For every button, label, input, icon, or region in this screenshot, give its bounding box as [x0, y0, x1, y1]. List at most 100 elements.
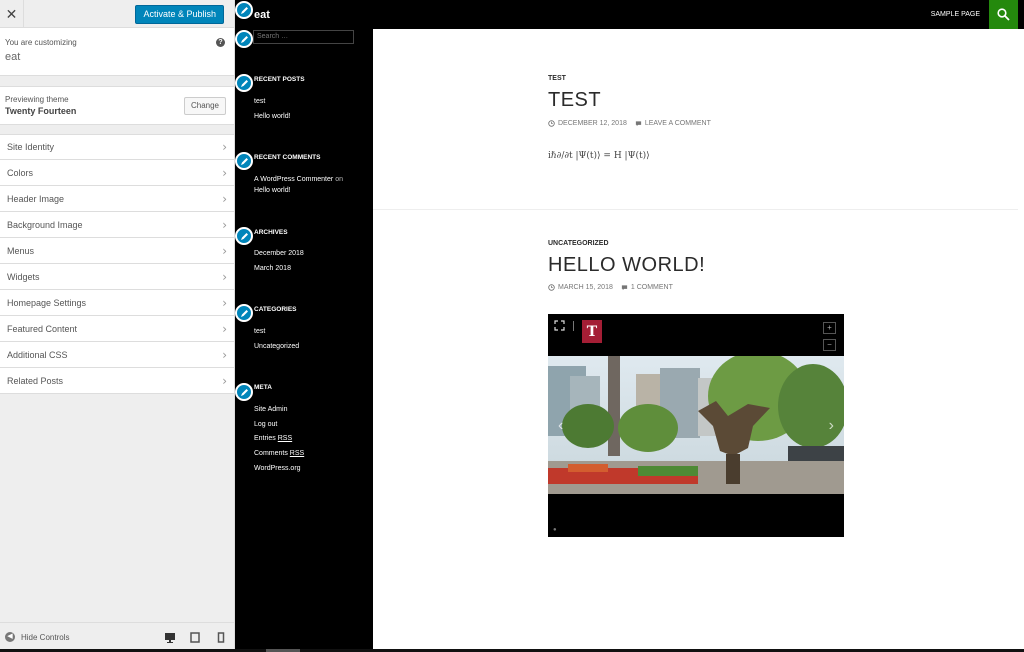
- search-icon: [997, 8, 1010, 21]
- section-label: Menus: [7, 245, 35, 256]
- section-label: Homepage Settings: [7, 297, 87, 308]
- customizing-info: You are customizing eat ?: [0, 28, 234, 76]
- pencil-icon: [240, 388, 248, 396]
- customizer-header: ✕ Activate & Publish: [0, 0, 234, 28]
- post-comments-link[interactable]: 1 COMMENT: [631, 284, 673, 291]
- mobile-icon[interactable]: [214, 631, 228, 643]
- close-button[interactable]: ✕: [0, 0, 24, 28]
- pencil-icon: [240, 232, 248, 240]
- chevron-right-icon: ›: [222, 243, 227, 258]
- section-background-image[interactable]: Background Image ›: [0, 212, 234, 238]
- section-additional-css[interactable]: Additional CSS ›: [0, 342, 234, 368]
- section-header-image[interactable]: Header Image ›: [0, 186, 234, 212]
- post-comments-link[interactable]: LEAVE A COMMENT: [645, 120, 711, 127]
- post-title[interactable]: HELLO WORLD!: [548, 254, 705, 277]
- edit-shortcut-search[interactable]: [235, 30, 253, 48]
- post-date[interactable]: DECEMBER 12, 2018: [558, 120, 627, 127]
- edit-shortcut-site-title[interactable]: [235, 1, 253, 19]
- edit-shortcut-archives[interactable]: [235, 227, 253, 245]
- recent-post-link[interactable]: test: [254, 98, 265, 105]
- post-category[interactable]: UNCATEGORIZED: [548, 240, 609, 247]
- comment-icon: [621, 285, 627, 291]
- archives-heading: ARCHIVES: [254, 229, 288, 236]
- chevron-right-icon: ›: [222, 347, 227, 362]
- preview-scrollbar-gutter: [1018, 29, 1024, 649]
- section-label: Featured Content: [7, 323, 78, 334]
- category-link[interactable]: test: [254, 328, 265, 335]
- customizing-label: You are customizing: [5, 38, 77, 47]
- zoom-out-button[interactable]: −: [823, 339, 836, 351]
- section-colors[interactable]: Colors ›: [0, 160, 234, 186]
- comments-rss-link[interactable]: Comments RSS: [254, 450, 304, 457]
- expand-icon[interactable]: [554, 320, 565, 331]
- section-label: Related Posts: [7, 375, 64, 386]
- tablet-icon[interactable]: [188, 631, 202, 643]
- pencil-icon: [240, 35, 248, 43]
- section-menus[interactable]: Menus ›: [0, 238, 234, 264]
- archive-link[interactable]: March 2018: [254, 265, 291, 272]
- nav-sample-page[interactable]: SAMPLE PAGE: [931, 11, 980, 18]
- section-label: Widgets: [7, 271, 40, 282]
- activate-publish-button[interactable]: Activate & Publish: [135, 5, 224, 24]
- site-sidebar: Search … RECENT POSTS test Hello world! …: [235, 29, 373, 652]
- pencil-icon: [240, 79, 248, 87]
- edit-shortcut-recent-posts[interactable]: [235, 74, 253, 92]
- edit-shortcut-meta[interactable]: [235, 383, 253, 401]
- category-link[interactable]: Uncategorized: [254, 343, 299, 350]
- help-icon[interactable]: ?: [216, 38, 225, 47]
- log-out-link[interactable]: Log out: [254, 421, 277, 428]
- section-site-identity[interactable]: Site Identity ›: [0, 134, 234, 160]
- entries-rss-link[interactable]: Entries RSS: [254, 435, 292, 442]
- section-related-posts[interactable]: Related Posts ›: [0, 368, 234, 394]
- section-widgets[interactable]: Widgets ›: [0, 264, 234, 290]
- section-homepage-settings[interactable]: Homepage Settings ›: [0, 290, 234, 316]
- clock-icon: [548, 120, 555, 127]
- post-title[interactable]: TEST: [548, 89, 601, 112]
- edit-shortcut-recent-comments[interactable]: [235, 152, 253, 170]
- archive-link[interactable]: December 2018: [254, 250, 304, 257]
- customizer-sections: Site Identity › Colors › Header Image › Bac…: [0, 134, 234, 394]
- embedded-image-viewer[interactable]: T + − ‹ › ●: [548, 314, 844, 537]
- section-label: Background Image: [7, 219, 83, 230]
- site-title[interactable]: eat: [254, 9, 270, 21]
- campus-photo: [548, 356, 844, 494]
- post-date[interactable]: MARCH 15, 2018: [558, 284, 613, 291]
- comment-author-link[interactable]: A WordPress Commenter: [254, 176, 333, 183]
- desktop-icon[interactable]: [163, 631, 177, 643]
- recent-post-link[interactable]: Hello world!: [254, 113, 291, 120]
- section-label: Site Identity: [7, 142, 55, 152]
- chevron-right-icon: ›: [222, 295, 227, 310]
- hide-controls-label: Hide Controls: [21, 632, 70, 642]
- edit-shortcut-categories[interactable]: [235, 304, 253, 322]
- previous-image-button[interactable]: ‹: [558, 417, 563, 435]
- next-image-button[interactable]: ›: [829, 417, 834, 435]
- hide-controls-button[interactable]: ◀ Hide Controls: [5, 632, 69, 642]
- comment-post-link[interactable]: Hello world!: [254, 187, 291, 194]
- recent-comment-item: A WordPress Commenter on: [254, 176, 343, 183]
- customizer-panel: ✕ Activate & Publish You are customizing…: [0, 0, 235, 652]
- meta-heading: META: [254, 384, 272, 391]
- customizer-screen: ✕ Activate & Publish You are customizing…: [0, 0, 1024, 652]
- clock-icon: [548, 284, 555, 291]
- chevron-right-icon: ›: [222, 321, 227, 336]
- change-theme-button[interactable]: Change: [183, 97, 226, 115]
- site-admin-link[interactable]: Site Admin: [254, 406, 287, 413]
- close-icon: ✕: [5, 5, 18, 22]
- search-toggle-button[interactable]: [989, 0, 1018, 29]
- customizing-site-name: eat: [5, 51, 21, 63]
- temple-logo: T: [582, 320, 602, 343]
- comment-icon: [635, 121, 641, 127]
- recent-posts-heading: RECENT POSTS: [254, 76, 305, 83]
- section-label: Colors: [7, 167, 34, 178]
- zoom-in-button[interactable]: +: [823, 322, 836, 334]
- chevron-right-icon: ›: [222, 165, 227, 180]
- entries-label: Entries: [254, 435, 276, 442]
- chevron-right-icon: ›: [222, 373, 227, 388]
- sidebar-search-input[interactable]: Search …: [253, 30, 354, 44]
- post-category[interactable]: TEST: [548, 75, 566, 82]
- wordpress-org-link[interactable]: WordPress.org: [254, 465, 301, 472]
- section-featured-content[interactable]: Featured Content ›: [0, 316, 234, 342]
- pencil-icon: [240, 309, 248, 317]
- arrow-left-icon: ◀: [5, 632, 15, 642]
- pencil-icon: [240, 157, 248, 165]
